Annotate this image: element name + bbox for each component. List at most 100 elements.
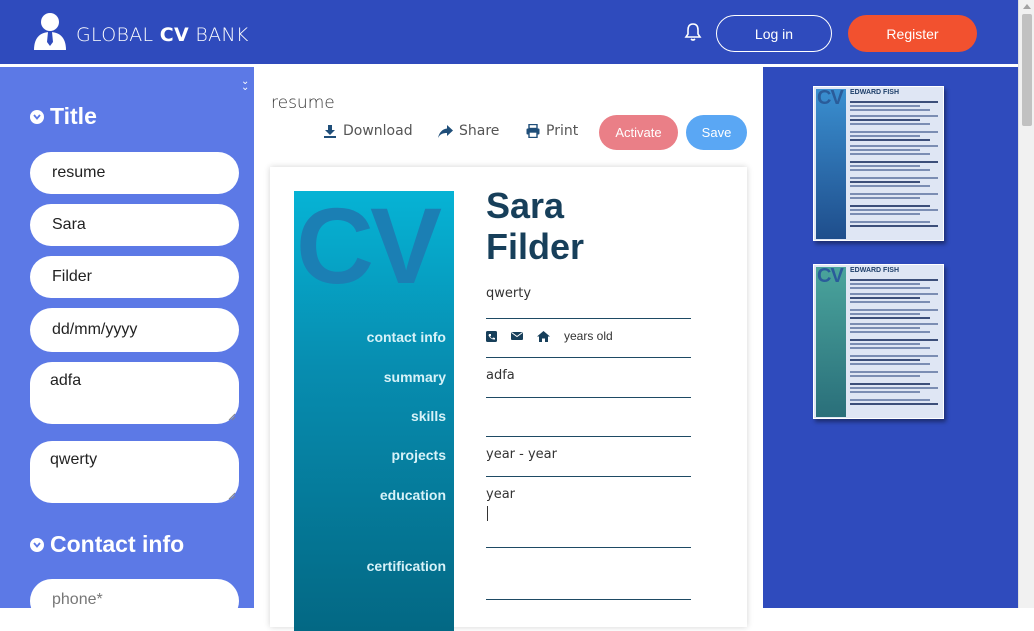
register-button[interactable]: Register [848,15,977,52]
template-text-line [850,115,938,117]
template-text-line [850,181,920,183]
bell-icon[interactable] [684,22,702,42]
resize-handle-icon[interactable] [228,413,236,421]
text-caret [487,506,488,521]
template-thumbnail[interactable]: CV EDWARD FISH [813,86,944,241]
share-icon [438,124,453,138]
template-text-line [850,149,920,151]
first-name-input[interactable]: Sara [30,204,239,246]
template-text-line [850,213,920,215]
cv-age-text: years old [564,329,613,343]
template-text-line [850,169,930,171]
cv-label-education: education [379,487,446,503]
template-text-line [850,209,938,211]
phone-input[interactable]: phone* [30,579,239,608]
template-text-line [850,177,938,179]
template-text-line [850,375,920,377]
cv-divider [486,357,691,358]
scroll-thumb[interactable] [1022,14,1032,126]
top-navbar: GLOBAL CV BANK Log in Register [0,0,1018,66]
contact-info-heading[interactable]: Contact info [30,531,184,558]
cv-title-input[interactable]: resume [30,152,239,194]
cv-divider [486,599,691,600]
subtitle-text: qwerty [50,451,98,468]
activate-button[interactable]: Activate [599,115,678,150]
birthdate-input[interactable]: dd/mm/yyyy [30,308,239,352]
envelope-icon [511,332,523,340]
login-button[interactable]: Log in [716,15,832,52]
page-scrollbar[interactable] [1018,0,1034,608]
template-band [816,267,846,417]
template-watermark: CV [817,265,844,287]
template-text-line [850,221,930,223]
template-text-line [850,343,920,345]
phone-square-icon [486,330,497,342]
contact-info-label: Contact info [50,531,185,557]
template-text-line [850,101,938,103]
cv-label-summary: summary [383,369,446,385]
last-name-input[interactable]: Filder [30,256,239,298]
template-text-line [850,297,920,299]
template-watermark: CV [817,87,844,109]
template-text-line [850,399,930,401]
template-text-line [850,313,920,315]
cv-divider [486,476,691,477]
cv-document[interactable]: CV contact info summary skills projects … [270,167,747,631]
cv-subtitle: qwerty [486,286,532,301]
subtitle-textarea[interactable]: qwerty [30,441,239,503]
template-text-line [850,363,930,365]
cv-label-contact: contact info [366,329,446,345]
template-text-line [850,131,938,133]
template-text-line [850,145,938,147]
collapse-sidebar-icon[interactable]: ⌄ ⌄ [241,77,249,93]
user-logo-icon[interactable] [32,12,68,50]
template-text-line [850,359,920,361]
template-text-line [850,371,938,373]
chevron-down-icon [30,537,44,552]
section-title-label: Title [50,103,97,129]
template-text-line [850,161,938,163]
save-button[interactable]: Save [686,115,747,150]
editor-sidebar: ⌄ ⌄ Title resume Sara Filder dd/mm/yyyy a… [0,67,254,608]
template-text-line [850,139,930,141]
template-text-line [850,165,920,167]
template-text-line [850,403,938,405]
download-label: Download [343,123,413,139]
share-label: Share [459,123,500,139]
template-text-line [850,283,920,285]
template-text-line [850,347,930,349]
scroll-up-arrow-icon[interactable] [1023,4,1031,9]
summary-textarea[interactable]: adfa [30,362,239,424]
template-text-line [850,383,930,385]
template-text-line [850,287,930,289]
section-title-heading[interactable]: Title [30,103,97,130]
cv-education-text: year [486,487,516,502]
template-gallery: CV EDWARD FISH CV EDWARD FISH [763,67,1018,608]
template-text-line [850,185,930,187]
chevron-down-icon [30,109,44,124]
print-button[interactable]: Print [526,123,578,139]
template-band [816,89,846,239]
cv-divider [486,547,691,548]
template-text-line [850,323,938,325]
cv-label-skills: skills [410,408,446,424]
template-text-line [850,331,930,333]
template-text-line [850,205,930,207]
template-name: EDWARD FISH [850,89,899,96]
home-icon [537,330,550,342]
summary-text: adfa [50,372,82,389]
brand-name[interactable]: GLOBAL CV BANK [76,24,249,46]
template-text-line [850,355,938,357]
cv-contact-row: years old [486,329,613,343]
template-name: EDWARD FISH [850,267,899,274]
download-icon [324,125,336,138]
resize-handle-icon[interactable] [228,492,236,500]
share-button[interactable]: Share [438,123,499,139]
template-text-line [850,293,938,295]
download-button[interactable]: Download [323,123,413,139]
template-text-line [850,327,920,329]
cv-full-name: Sara Filder [486,185,585,267]
cv-label-projects: projects [391,447,446,463]
template-thumbnail[interactable]: CV EDWARD FISH [813,264,944,419]
template-text-line [850,391,920,393]
